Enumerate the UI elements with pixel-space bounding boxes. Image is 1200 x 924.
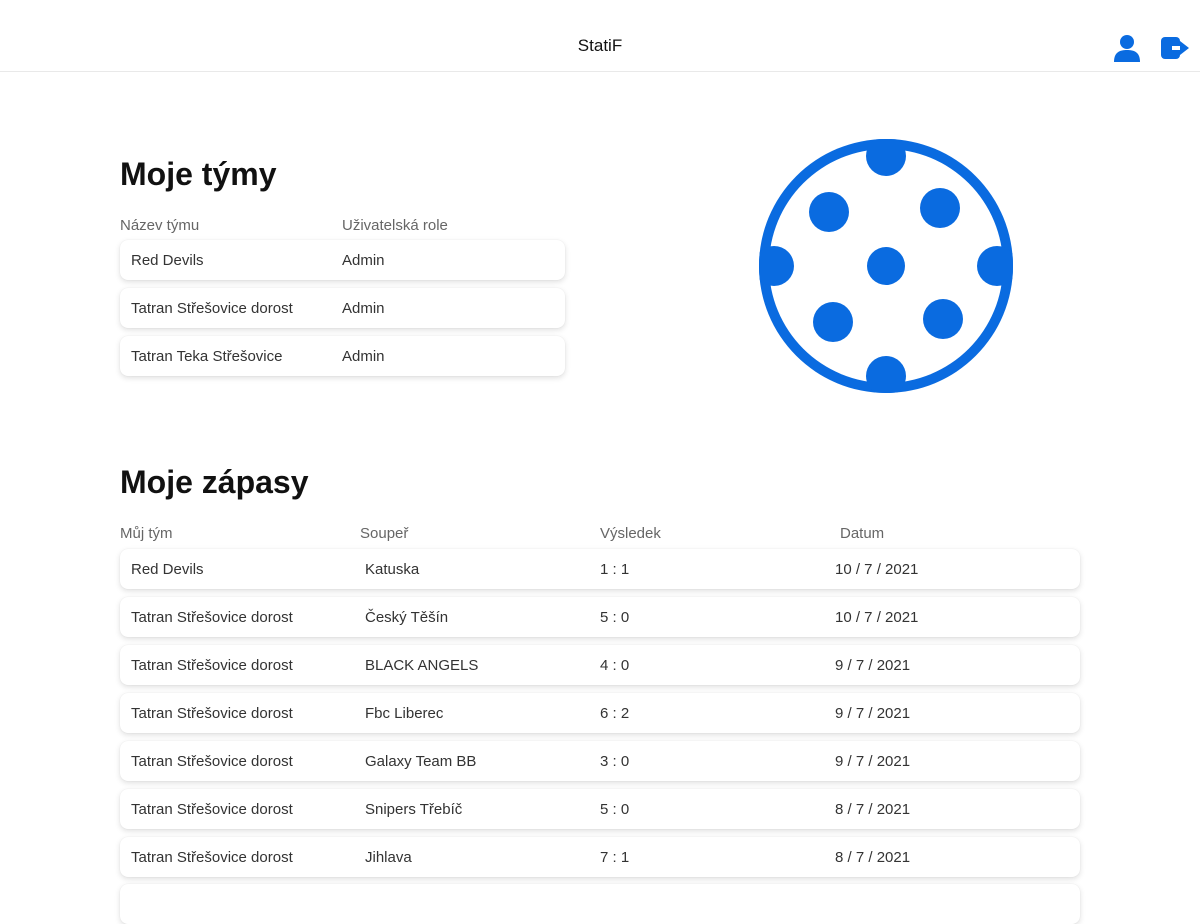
match-row[interactable] xyxy=(120,884,1080,924)
teams-col-header-team: Název týmu xyxy=(120,217,200,234)
match-opponent: Galaxy Team BB xyxy=(365,753,477,770)
match-result: 1 : 1 xyxy=(600,561,630,578)
match-opponent: Fbc Liberec xyxy=(365,705,444,722)
top-bar: StatiF xyxy=(0,0,1200,72)
teams-section-title: Moje týmy xyxy=(120,156,277,192)
match-date: 9 / 7 / 2021 xyxy=(835,657,911,674)
floorball-icon xyxy=(759,139,1013,393)
team-row[interactable]: Tatran Teka Střešovice Admin xyxy=(120,336,565,376)
match-team: Tatran Střešovice dorost xyxy=(131,705,293,722)
matches-col-header-team: Můj tým xyxy=(120,525,173,542)
team-name: Tatran Střešovice dorost xyxy=(131,300,293,317)
match-team: Tatran Střešovice dorost xyxy=(131,753,293,770)
match-result: 4 : 0 xyxy=(600,657,630,674)
team-row[interactable]: Red Devils Admin xyxy=(120,240,565,280)
match-opponent: Jihlava xyxy=(365,849,412,866)
matches-col-header-date: Datum xyxy=(840,525,885,542)
team-name: Tatran Teka Střešovice xyxy=(131,348,283,365)
match-row[interactable]: Tatran Střešovice dorost Český Těšín 5 :… xyxy=(120,597,1080,637)
match-date: 8 / 7 / 2021 xyxy=(835,849,911,866)
team-role: Admin xyxy=(342,252,385,269)
matches-section-title: Moje zápasy xyxy=(120,464,309,500)
team-role: Admin xyxy=(342,300,385,317)
match-row[interactable]: Tatran Střešovice dorost Galaxy Team BB … xyxy=(120,741,1080,781)
match-date: 8 / 7 / 2021 xyxy=(835,801,911,818)
teams-col-header-role: Uživatelská role xyxy=(342,217,448,234)
match-team: Tatran Střešovice dorost xyxy=(131,801,293,818)
match-result: 5 : 0 xyxy=(600,801,630,818)
match-opponent: Český Těšín xyxy=(365,609,449,626)
match-team: Tatran Střešovice dorost xyxy=(131,849,293,866)
match-date: 10 / 7 / 2021 xyxy=(835,561,919,578)
match-result: 5 : 0 xyxy=(600,609,630,626)
match-opponent: Snipers Třebíč xyxy=(365,801,463,818)
match-row[interactable]: Tatran Střešovice dorost Jihlava 7 : 1 8… xyxy=(120,837,1080,877)
match-team: Tatran Střešovice dorost xyxy=(131,609,293,626)
matches-col-header-opponent: Soupeř xyxy=(360,525,409,542)
match-result: 3 : 0 xyxy=(600,753,630,770)
match-date: 9 / 7 / 2021 xyxy=(835,753,911,770)
match-team: Red Devils xyxy=(131,561,204,578)
match-result: 6 : 2 xyxy=(600,705,630,722)
match-opponent: BLACK ANGELS xyxy=(365,657,479,674)
match-row[interactable]: Tatran Střešovice dorost Fbc Liberec 6 :… xyxy=(120,693,1080,733)
match-team: Tatran Střešovice dorost xyxy=(131,657,293,674)
match-row[interactable]: Tatran Střešovice dorost Snipers Třebíč … xyxy=(120,789,1080,829)
match-opponent: Katuska xyxy=(365,561,420,578)
logout-icon[interactable] xyxy=(1160,33,1190,63)
team-role: Admin xyxy=(342,348,385,365)
match-row[interactable]: Tatran Střešovice dorost BLACK ANGELS 4 … xyxy=(120,645,1080,685)
match-row[interactable]: Red Devils Katuska 1 : 1 10 / 7 / 2021 xyxy=(120,549,1080,589)
team-row[interactable]: Tatran Střešovice dorost Admin xyxy=(120,288,565,328)
match-result: 7 : 1 xyxy=(600,849,630,866)
user-icon[interactable] xyxy=(1112,33,1142,63)
app-title: StatiF xyxy=(577,36,623,55)
team-name: Red Devils xyxy=(131,252,204,269)
match-date: 9 / 7 / 2021 xyxy=(835,705,911,722)
matches-col-header-result: Výsledek xyxy=(600,525,661,542)
match-date: 10 / 7 / 2021 xyxy=(835,609,919,626)
